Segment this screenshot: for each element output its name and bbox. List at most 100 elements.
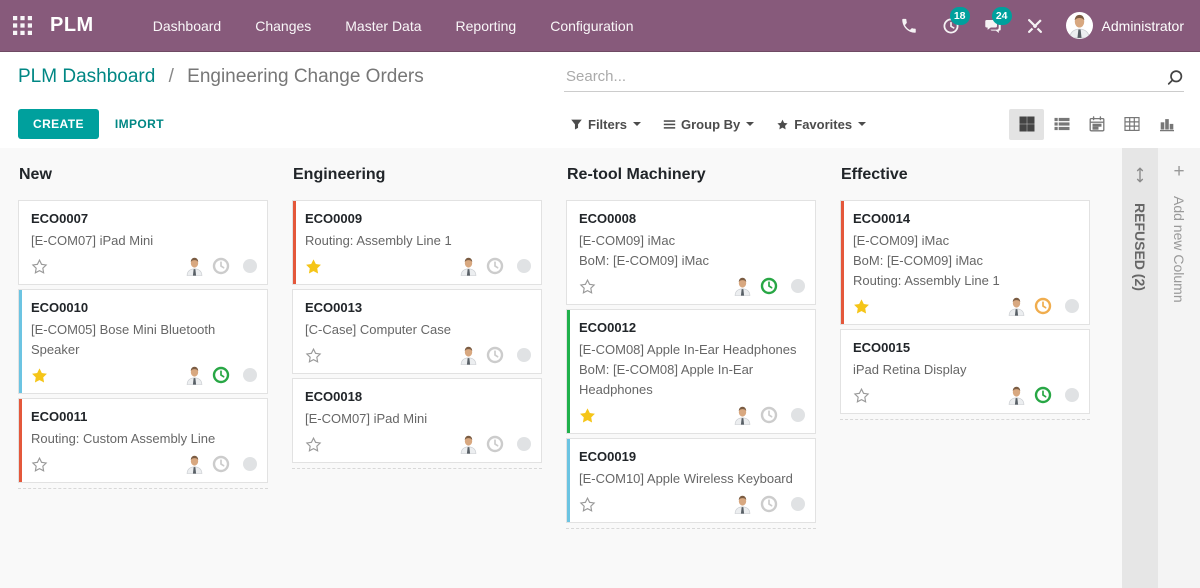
tools-icon[interactable]	[1014, 0, 1056, 52]
priority-star-icon[interactable]	[305, 436, 322, 453]
kanban-card[interactable]: ECO0013 [C-Case] Computer Case	[292, 289, 542, 374]
activity-clock-icon[interactable]	[212, 257, 230, 275]
messages-icon[interactable]: 24	[972, 0, 1014, 52]
priority-star-icon[interactable]	[579, 407, 596, 424]
import-button[interactable]: IMPORT	[115, 117, 164, 131]
activity-clock-icon[interactable]	[1034, 297, 1052, 315]
card-line: [E-COM07] iPad Mini	[31, 231, 257, 251]
group-by-dropdown[interactable]: Group By	[663, 117, 754, 132]
assignee-avatar[interactable]	[184, 453, 205, 475]
assignee-avatar[interactable]	[732, 493, 753, 515]
card-line: [E-COM05] Bose Mini Bluetooth Speaker	[31, 320, 257, 360]
priority-star-icon[interactable]	[579, 496, 596, 513]
priority-star-icon[interactable]	[31, 258, 48, 275]
priority-star-icon[interactable]	[579, 278, 596, 295]
assignee-avatar[interactable]	[458, 344, 479, 366]
kanban-state-dot[interactable]	[243, 457, 257, 471]
activity-clock-icon[interactable]	[760, 277, 778, 295]
assignee-avatar[interactable]	[732, 275, 753, 297]
kanban-card[interactable]: ECO0012 [E-COM08] Apple In-Ear Headphone…	[566, 309, 816, 434]
kanban-card[interactable]: ECO0009 Routing: Assembly Line 1	[292, 200, 542, 285]
menu-changes[interactable]: Changes	[238, 0, 328, 52]
drop-placeholder	[840, 419, 1090, 420]
kanban-card[interactable]: ECO0018 [E-COM07] iPad Mini	[292, 378, 542, 463]
menu-master-data[interactable]: Master Data	[328, 0, 438, 52]
assignee-avatar[interactable]	[458, 255, 479, 277]
eco-reference: ECO0010	[31, 300, 257, 315]
user-name: Administrator	[1102, 18, 1184, 34]
kanban-card[interactable]: ECO0015 iPad Retina Display	[840, 329, 1090, 414]
kanban-state-dot[interactable]	[791, 408, 805, 422]
kanban-card[interactable]: ECO0011 Routing: Custom Assembly Line	[18, 398, 268, 483]
activity-clock-icon[interactable]	[486, 257, 504, 275]
kanban-state-dot[interactable]	[517, 259, 531, 273]
favorites-label: Favorites	[794, 117, 852, 132]
add-new-column[interactable]: + Add new Column	[1158, 148, 1200, 588]
assignee-avatar[interactable]	[732, 404, 753, 426]
breadcrumb-separator: /	[169, 66, 174, 87]
menu-reporting[interactable]: Reporting	[439, 0, 534, 52]
kanban-state-dot[interactable]	[791, 497, 805, 511]
priority-star-icon[interactable]	[853, 298, 870, 315]
activity-clock-icon[interactable]	[760, 406, 778, 424]
app-name[interactable]: PLM	[44, 14, 108, 37]
eco-reference: ECO0007	[31, 211, 257, 226]
card-line: [E-COM08] Apple In-Ear Headphones	[579, 340, 805, 360]
activity-clock-icon[interactable]	[212, 366, 230, 384]
kanban-column-title: New	[19, 166, 268, 184]
activity-badge: 18	[950, 7, 970, 25]
group-by-label: Group By	[681, 117, 740, 132]
view-switcher	[1009, 109, 1184, 140]
eco-reference: ECO0018	[305, 389, 531, 404]
top-navbar: PLM Dashboard Changes Master Data Report…	[0, 0, 1200, 52]
activity-clock-icon[interactable]	[212, 455, 230, 473]
assignee-avatar[interactable]	[458, 433, 479, 455]
apps-grid-icon[interactable]	[0, 0, 44, 52]
favorites-dropdown[interactable]: Favorites	[776, 117, 866, 132]
user-avatar	[1066, 12, 1093, 39]
priority-star-icon[interactable]	[305, 258, 322, 275]
kanban-card[interactable]: ECO0008 [E-COM09] iMac BoM: [E-COM09] iM…	[566, 200, 816, 305]
assignee-avatar[interactable]	[1006, 295, 1027, 317]
assignee-avatar[interactable]	[184, 364, 205, 386]
pivot-view-icon[interactable]	[1114, 109, 1149, 140]
assignee-avatar[interactable]	[1006, 384, 1027, 406]
kanban-state-dot[interactable]	[1065, 299, 1079, 313]
kanban-state-dot[interactable]	[1065, 388, 1079, 402]
search-input[interactable]	[564, 66, 1184, 87]
add-column-label: Add new Column	[1171, 196, 1187, 303]
filters-dropdown[interactable]: Filters	[570, 117, 641, 132]
kanban-card[interactable]: ECO0007 [E-COM07] iPad Mini	[18, 200, 268, 285]
activity-clock-icon[interactable]	[760, 495, 778, 513]
user-menu[interactable]: Administrator	[1066, 12, 1184, 39]
search-icon[interactable]	[1166, 69, 1184, 87]
menu-dashboard[interactable]: Dashboard	[136, 0, 239, 52]
kanban-state-dot[interactable]	[517, 348, 531, 362]
kanban-card[interactable]: ECO0014 [E-COM09] iMac BoM: [E-COM09] iM…	[840, 200, 1090, 325]
list-view-icon[interactable]	[1044, 109, 1079, 140]
priority-star-icon[interactable]	[853, 387, 870, 404]
create-button[interactable]: CREATE	[18, 109, 99, 139]
menu-configuration[interactable]: Configuration	[533, 0, 650, 52]
phone-icon[interactable]	[888, 0, 930, 52]
activity-clock-icon[interactable]: 18	[930, 0, 972, 52]
activity-clock-icon[interactable]	[1034, 386, 1052, 404]
card-line: BoM: [E-COM08] Apple In-Ear Headphones	[579, 360, 805, 400]
priority-star-icon[interactable]	[31, 456, 48, 473]
kanban-card[interactable]: ECO0019 [E-COM10] Apple Wireless Keyboar…	[566, 438, 816, 523]
collapsed-column-refused[interactable]: REFUSED (2)	[1122, 148, 1158, 588]
priority-star-icon[interactable]	[305, 347, 322, 364]
priority-star-icon[interactable]	[31, 367, 48, 384]
activity-clock-icon[interactable]	[486, 435, 504, 453]
assignee-avatar[interactable]	[184, 255, 205, 277]
kanban-state-dot[interactable]	[243, 259, 257, 273]
calendar-view-icon[interactable]	[1079, 109, 1114, 140]
kanban-card[interactable]: ECO0010 [E-COM05] Bose Mini Bluetooth Sp…	[18, 289, 268, 394]
kanban-state-dot[interactable]	[791, 279, 805, 293]
kanban-state-dot[interactable]	[517, 437, 531, 451]
activity-clock-icon[interactable]	[486, 346, 504, 364]
kanban-state-dot[interactable]	[243, 368, 257, 382]
graph-view-icon[interactable]	[1149, 109, 1184, 140]
breadcrumb-parent[interactable]: PLM Dashboard	[18, 66, 155, 87]
kanban-view-icon[interactable]	[1009, 109, 1044, 140]
